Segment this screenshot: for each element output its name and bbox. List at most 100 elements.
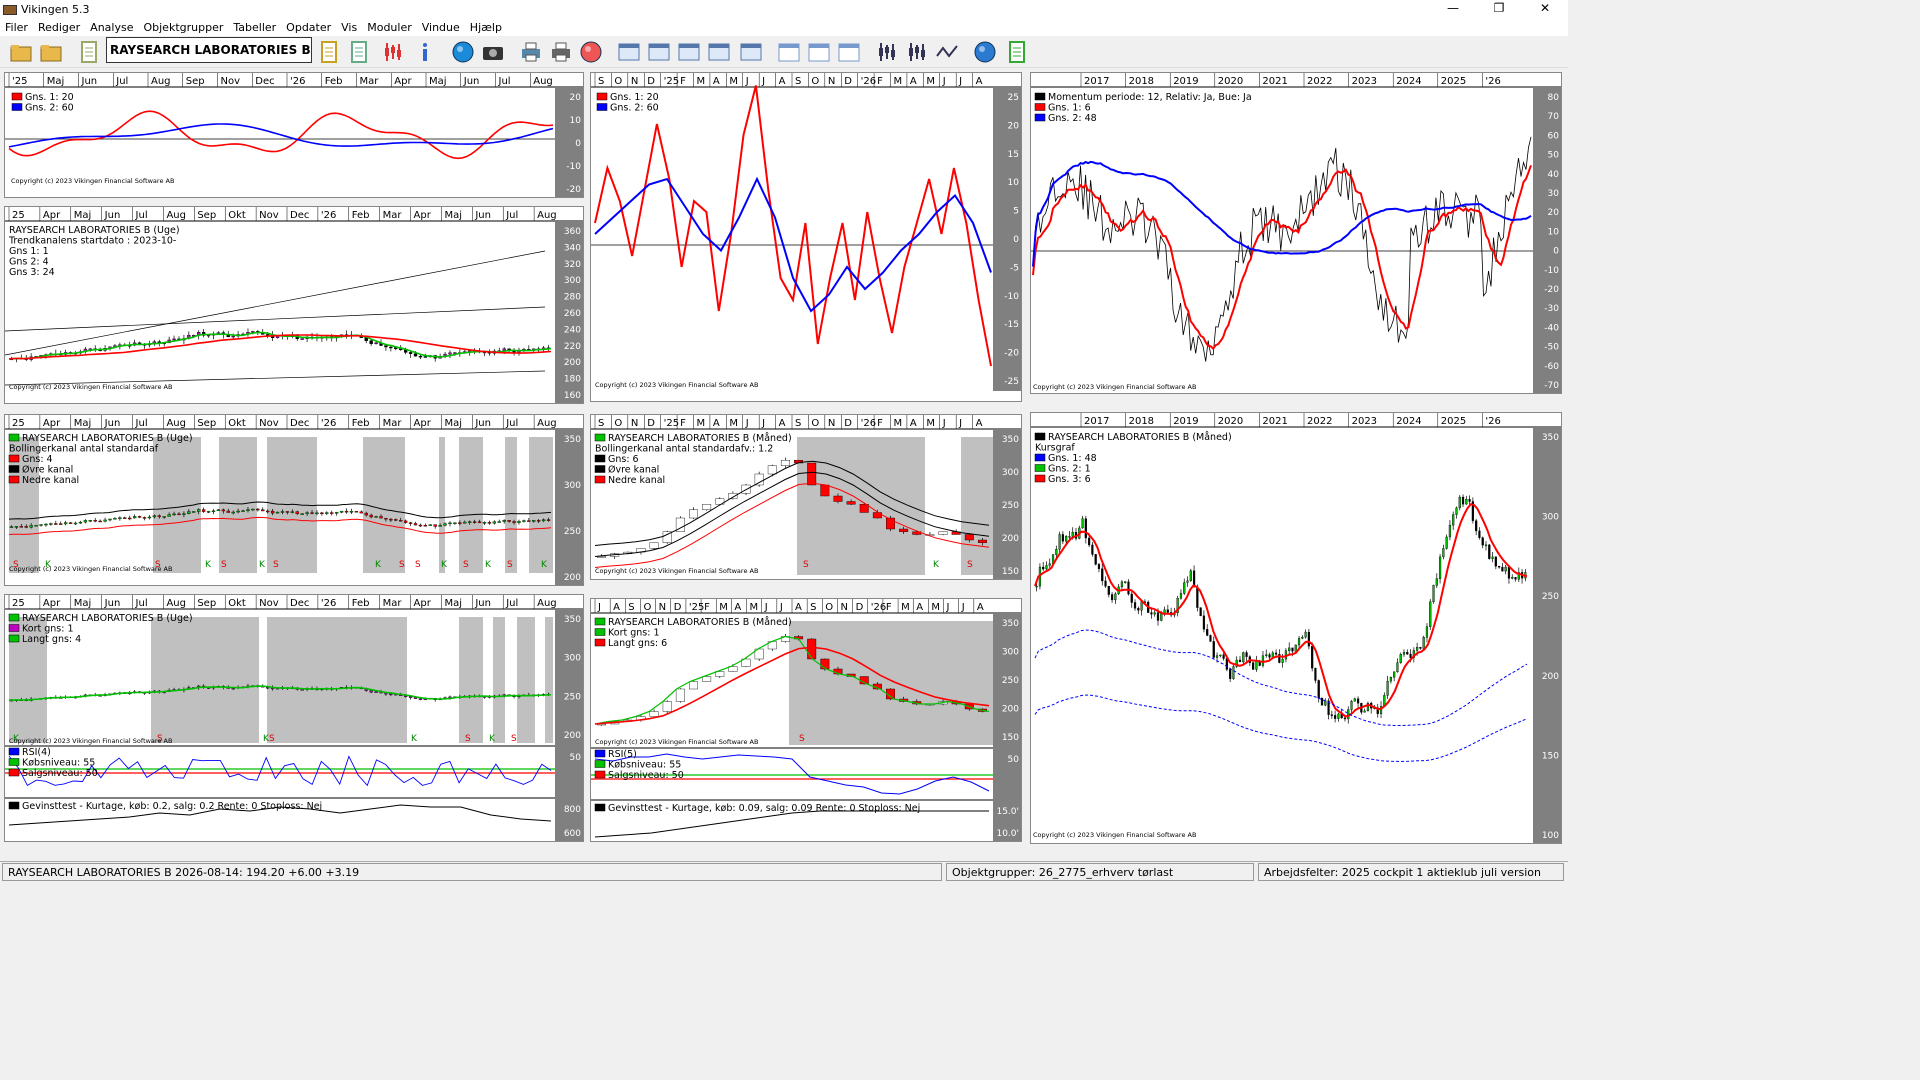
axis-label: J bbox=[761, 418, 765, 429]
info-icon[interactable] bbox=[412, 39, 438, 65]
axis-label: Maj bbox=[444, 598, 462, 609]
menu-item-4[interactable]: Tabeller bbox=[228, 21, 281, 34]
edit-list-icon[interactable] bbox=[346, 39, 372, 65]
status-workspace: Arbejdsfelter: 2025 cockpit 1 aktieklub … bbox=[1258, 863, 1564, 881]
candlestick-icon[interactable] bbox=[874, 39, 900, 65]
open-folder-icon[interactable] bbox=[8, 39, 34, 65]
axis-label: F bbox=[680, 76, 686, 87]
axis-label: A bbox=[713, 76, 720, 87]
axis-label: F bbox=[877, 418, 883, 429]
chart-panel-p9[interactable]: 2017 2018 2019 2020 2021 2022 2023 2024 2025 '26 3… bbox=[1030, 412, 1562, 844]
window-tile-icon[interactable] bbox=[706, 39, 732, 65]
y-tick: -25 bbox=[1004, 377, 1019, 387]
axis-label: F bbox=[704, 602, 710, 613]
chart-panel-p8[interactable]: J A S O N D '25 F M A M J J A S O N D '26 F M A M J J A 350 300 250 2… bbox=[590, 598, 1022, 842]
legend-item: Købsniveau: 55 bbox=[22, 758, 95, 769]
maximize-button[interactable]: ❐ bbox=[1476, 0, 1522, 19]
axis-label: 2019 bbox=[1173, 76, 1198, 87]
axis-label: D bbox=[647, 76, 655, 87]
y-tick: 200 bbox=[564, 573, 581, 583]
web-update-icon[interactable] bbox=[1004, 39, 1030, 65]
printer-color-icon[interactable] bbox=[518, 39, 544, 65]
printer-icon[interactable] bbox=[548, 39, 574, 65]
notes-icon[interactable] bbox=[76, 39, 102, 65]
window-min-icon[interactable] bbox=[646, 39, 672, 65]
close-button[interactable]: ✕ bbox=[1522, 0, 1568, 19]
menu-item-5[interactable]: Opdater bbox=[281, 21, 336, 34]
legend-item: Øvre kanal bbox=[22, 465, 73, 476]
title-bar: Vikingen 5.3 — ❐ ✕ bbox=[0, 0, 1568, 19]
menu-item-1[interactable]: Rediger bbox=[33, 21, 85, 34]
axis-label: J bbox=[961, 602, 965, 613]
instrument-select[interactable]: RAYSEARCH LABORATORIES B bbox=[106, 37, 312, 63]
y-tick: 150 bbox=[1002, 733, 1019, 743]
chart-panel-p1[interactable]: '25 Maj Jun Jul Aug Sep Nov Dec '26 Feb Mar Apr Maj J… bbox=[4, 72, 584, 198]
y-tick: -30 bbox=[1544, 304, 1559, 314]
line-chart-icon[interactable] bbox=[934, 39, 960, 65]
legend-item: Trendkanalens startdato : 2023-10- bbox=[8, 236, 176, 247]
axis-label: Apr bbox=[414, 418, 432, 429]
axis-label: '26 bbox=[861, 76, 876, 87]
list-icon[interactable] bbox=[316, 39, 342, 65]
menu-item-9[interactable]: Hjælp bbox=[465, 21, 507, 34]
legend-item: Gevinsttest - Kurtage, køb: 0.2, salg: 0… bbox=[22, 801, 322, 812]
menu-item-6[interactable]: Vis bbox=[336, 21, 362, 34]
window-grid-icon[interactable] bbox=[738, 39, 764, 65]
signal-marker: S bbox=[269, 734, 275, 744]
y-tick: 20 bbox=[1548, 208, 1560, 218]
chart-panel-p3[interactable]: S O N D '25 F M A M J J A S O N D '26 F M A M J J A 25 20 15 10 5 0 -5… bbox=[590, 72, 1022, 402]
signal-marker: S bbox=[463, 560, 469, 570]
axis-label: '26 bbox=[321, 598, 336, 609]
axis-label: O bbox=[614, 76, 622, 87]
minimize-button[interactable]: — bbox=[1430, 0, 1476, 19]
menu-item-2[interactable]: Analyse bbox=[85, 21, 138, 34]
candles-red-icon[interactable] bbox=[380, 39, 406, 65]
calendar-week-icon[interactable] bbox=[806, 39, 832, 65]
calendar-month-icon[interactable] bbox=[836, 39, 862, 65]
y-tick: 50 bbox=[570, 753, 582, 763]
legend-item: Gns. 2: 60 bbox=[610, 103, 659, 114]
y-tick: 40 bbox=[1548, 170, 1560, 180]
window-next-icon[interactable] bbox=[676, 39, 702, 65]
axis-label: Jul bbox=[115, 76, 128, 87]
y-tick: 250 bbox=[1002, 676, 1019, 686]
y-tick: 240 bbox=[564, 325, 581, 335]
ohlc-icon[interactable] bbox=[904, 39, 930, 65]
axis-label: '25 bbox=[664, 76, 679, 87]
menu-item-3[interactable]: Objektgrupper bbox=[138, 21, 228, 34]
chart-panel-p2[interactable]: 25 Apr Maj Jun Jul Aug Sep Okt Nov Dec '26 Feb Mar Ap… bbox=[4, 206, 584, 404]
axis-label: Apr bbox=[43, 598, 61, 609]
chart-panel-p6[interactable]: S O N D '25 F M A M J J A S O N D '26 F M A M J J A 350 300 250 200… bbox=[590, 414, 1022, 580]
y-tick: 220 bbox=[564, 342, 581, 352]
axis-label: Jun bbox=[474, 210, 491, 221]
save-folder-icon[interactable] bbox=[38, 39, 64, 65]
axis-label: Maj bbox=[74, 418, 92, 429]
globe-icon[interactable] bbox=[972, 39, 998, 65]
axis-label: F bbox=[680, 418, 686, 429]
menu-item-7[interactable]: Moduler bbox=[362, 21, 417, 34]
copyright-label: Copyright (c) 2023 Vikingen Financial So… bbox=[1033, 383, 1196, 391]
axis-label: '26 bbox=[1485, 416, 1500, 427]
axis-label: D bbox=[674, 602, 682, 613]
y-tick: 150 bbox=[1542, 751, 1559, 761]
calendar-day-icon[interactable] bbox=[776, 39, 802, 65]
y-tick: 5 bbox=[1013, 207, 1019, 217]
refresh-icon[interactable] bbox=[450, 39, 476, 65]
y-tick: 60 bbox=[1548, 131, 1560, 141]
axis-label: Aug bbox=[537, 418, 557, 429]
palette-icon[interactable] bbox=[578, 39, 604, 65]
chart-panel-p4[interactable]: 2017 2018 2019 2020 2021 2022 2023 2024 2025 '26 8… bbox=[1030, 72, 1562, 394]
menu-item-0[interactable]: Filer bbox=[0, 21, 33, 34]
menu-item-8[interactable]: Vindue bbox=[417, 21, 465, 34]
y-tick: 350 bbox=[1002, 619, 1019, 629]
y-tick: 10 bbox=[1008, 178, 1020, 188]
window-close-icon[interactable] bbox=[616, 39, 642, 65]
legend-item: Gns. 2: 1 bbox=[1048, 464, 1091, 475]
chart-panel-p5[interactable]: 25 Apr Maj Jun Jul Aug Sep Okt Nov Dec '26 Feb Mar Ap… bbox=[4, 414, 584, 586]
legend-item: Gevinsttest - Kurtage, køb: 0.09, salg: … bbox=[608, 803, 920, 814]
y-tick: 180 bbox=[564, 375, 581, 385]
y-tick: -20 bbox=[566, 185, 581, 195]
chart-panel-p7[interactable]: 25 Apr Maj Jun Jul Aug Sep Okt Nov Dec '26 Feb Mar Ap… bbox=[4, 594, 584, 842]
camera-icon[interactable] bbox=[480, 39, 506, 65]
axis-label: A bbox=[779, 76, 786, 87]
